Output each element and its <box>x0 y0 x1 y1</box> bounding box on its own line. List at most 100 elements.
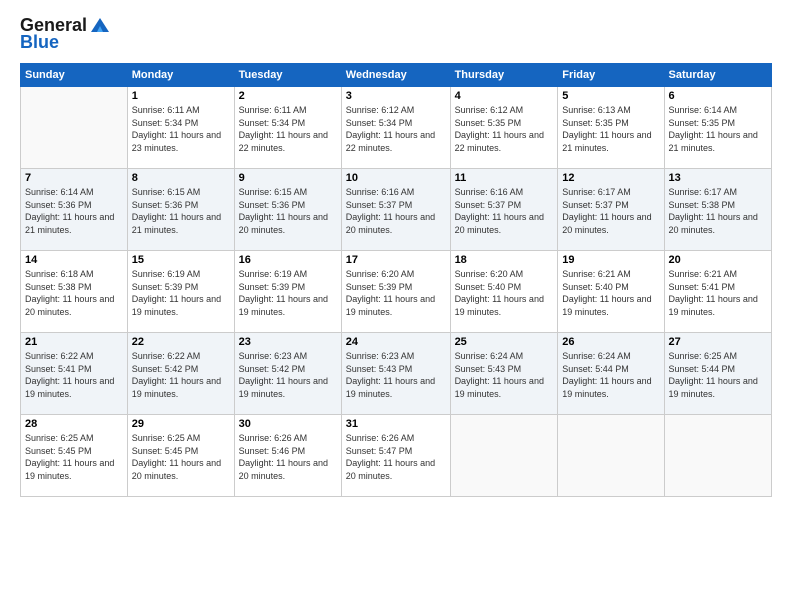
cell-daylight: Daylight: 11 hours and 20 minutes. <box>25 293 123 318</box>
cell-info: Sunrise: 6:14 AM Sunset: 5:35 PM Dayligh… <box>669 104 767 154</box>
col-header-friday: Friday <box>558 64 664 87</box>
cell-info: Sunrise: 6:16 AM Sunset: 5:37 PM Dayligh… <box>346 186 446 236</box>
calendar-cell: 28 Sunrise: 6:25 AM Sunset: 5:45 PM Dayl… <box>21 415 128 497</box>
cell-sunrise: Sunrise: 6:12 AM <box>455 104 554 117</box>
cell-sunset: Sunset: 5:41 PM <box>25 363 123 376</box>
cell-sunset: Sunset: 5:41 PM <box>669 281 767 294</box>
cell-daylight: Daylight: 11 hours and 22 minutes. <box>239 129 337 154</box>
calendar-cell: 21 Sunrise: 6:22 AM Sunset: 5:41 PM Dayl… <box>21 333 128 415</box>
cell-day-number: 14 <box>25 254 123 266</box>
cell-sunrise: Sunrise: 6:19 AM <box>132 268 230 281</box>
cell-info: Sunrise: 6:15 AM Sunset: 5:36 PM Dayligh… <box>132 186 230 236</box>
cell-daylight: Daylight: 11 hours and 21 minutes. <box>25 211 123 236</box>
calendar-cell: 20 Sunrise: 6:21 AM Sunset: 5:41 PM Dayl… <box>664 251 771 333</box>
calendar-header-row: SundayMondayTuesdayWednesdayThursdayFrid… <box>21 64 772 87</box>
calendar-cell: 23 Sunrise: 6:23 AM Sunset: 5:42 PM Dayl… <box>234 333 341 415</box>
cell-day-number: 16 <box>239 254 337 266</box>
cell-daylight: Daylight: 11 hours and 20 minutes. <box>346 211 446 236</box>
cell-daylight: Daylight: 11 hours and 23 minutes. <box>132 129 230 154</box>
cell-sunset: Sunset: 5:35 PM <box>455 117 554 130</box>
calendar-cell: 4 Sunrise: 6:12 AM Sunset: 5:35 PM Dayli… <box>450 87 558 169</box>
cell-sunset: Sunset: 5:34 PM <box>132 117 230 130</box>
cell-daylight: Daylight: 11 hours and 20 minutes. <box>455 211 554 236</box>
cell-daylight: Daylight: 11 hours and 19 minutes. <box>346 375 446 400</box>
calendar-cell: 3 Sunrise: 6:12 AM Sunset: 5:34 PM Dayli… <box>341 87 450 169</box>
cell-daylight: Daylight: 11 hours and 19 minutes. <box>669 375 767 400</box>
cell-sunset: Sunset: 5:35 PM <box>562 117 659 130</box>
calendar-cell: 18 Sunrise: 6:20 AM Sunset: 5:40 PM Dayl… <box>450 251 558 333</box>
calendar-cell: 17 Sunrise: 6:20 AM Sunset: 5:39 PM Dayl… <box>341 251 450 333</box>
cell-day-number: 6 <box>669 90 767 102</box>
cell-sunrise: Sunrise: 6:16 AM <box>455 186 554 199</box>
cell-day-number: 1 <box>132 90 230 102</box>
cell-info: Sunrise: 6:24 AM Sunset: 5:44 PM Dayligh… <box>562 350 659 400</box>
cell-info: Sunrise: 6:19 AM Sunset: 5:39 PM Dayligh… <box>132 268 230 318</box>
cell-sunrise: Sunrise: 6:26 AM <box>239 432 337 445</box>
cell-sunrise: Sunrise: 6:24 AM <box>455 350 554 363</box>
calendar-cell: 29 Sunrise: 6:25 AM Sunset: 5:45 PM Dayl… <box>127 415 234 497</box>
cell-sunrise: Sunrise: 6:24 AM <box>562 350 659 363</box>
cell-info: Sunrise: 6:21 AM Sunset: 5:41 PM Dayligh… <box>669 268 767 318</box>
cell-daylight: Daylight: 11 hours and 22 minutes. <box>455 129 554 154</box>
calendar-cell <box>21 87 128 169</box>
cell-info: Sunrise: 6:21 AM Sunset: 5:40 PM Dayligh… <box>562 268 659 318</box>
cell-day-number: 9 <box>239 172 337 184</box>
calendar-cell: 30 Sunrise: 6:26 AM Sunset: 5:46 PM Dayl… <box>234 415 341 497</box>
cell-info: Sunrise: 6:12 AM Sunset: 5:34 PM Dayligh… <box>346 104 446 154</box>
cell-sunset: Sunset: 5:40 PM <box>455 281 554 294</box>
cell-info: Sunrise: 6:12 AM Sunset: 5:35 PM Dayligh… <box>455 104 554 154</box>
cell-info: Sunrise: 6:26 AM Sunset: 5:47 PM Dayligh… <box>346 432 446 482</box>
cell-sunset: Sunset: 5:44 PM <box>669 363 767 376</box>
calendar-cell: 25 Sunrise: 6:24 AM Sunset: 5:43 PM Dayl… <box>450 333 558 415</box>
cell-day-number: 3 <box>346 90 446 102</box>
cell-info: Sunrise: 6:25 AM Sunset: 5:45 PM Dayligh… <box>132 432 230 482</box>
cell-daylight: Daylight: 11 hours and 20 minutes. <box>346 457 446 482</box>
col-header-tuesday: Tuesday <box>234 64 341 87</box>
cell-sunrise: Sunrise: 6:14 AM <box>669 104 767 117</box>
cell-day-number: 8 <box>132 172 230 184</box>
cell-day-number: 20 <box>669 254 767 266</box>
cell-day-number: 2 <box>239 90 337 102</box>
col-header-thursday: Thursday <box>450 64 558 87</box>
cell-info: Sunrise: 6:23 AM Sunset: 5:42 PM Dayligh… <box>239 350 337 400</box>
cell-daylight: Daylight: 11 hours and 19 minutes. <box>239 293 337 318</box>
cell-day-number: 10 <box>346 172 446 184</box>
col-header-wednesday: Wednesday <box>341 64 450 87</box>
cell-daylight: Daylight: 11 hours and 19 minutes. <box>669 293 767 318</box>
cell-daylight: Daylight: 11 hours and 19 minutes. <box>239 375 337 400</box>
cell-info: Sunrise: 6:20 AM Sunset: 5:40 PM Dayligh… <box>455 268 554 318</box>
cell-sunset: Sunset: 5:34 PM <box>346 117 446 130</box>
cell-sunrise: Sunrise: 6:17 AM <box>669 186 767 199</box>
cell-info: Sunrise: 6:22 AM Sunset: 5:42 PM Dayligh… <box>132 350 230 400</box>
cell-sunset: Sunset: 5:46 PM <box>239 445 337 458</box>
calendar-cell: 10 Sunrise: 6:16 AM Sunset: 5:37 PM Dayl… <box>341 169 450 251</box>
cell-day-number: 21 <box>25 336 123 348</box>
cell-sunrise: Sunrise: 6:26 AM <box>346 432 446 445</box>
cell-info: Sunrise: 6:19 AM Sunset: 5:39 PM Dayligh… <box>239 268 337 318</box>
cell-daylight: Daylight: 11 hours and 20 minutes. <box>669 211 767 236</box>
calendar-cell: 13 Sunrise: 6:17 AM Sunset: 5:38 PM Dayl… <box>664 169 771 251</box>
cell-info: Sunrise: 6:22 AM Sunset: 5:41 PM Dayligh… <box>25 350 123 400</box>
calendar-cell: 9 Sunrise: 6:15 AM Sunset: 5:36 PM Dayli… <box>234 169 341 251</box>
cell-daylight: Daylight: 11 hours and 19 minutes. <box>346 293 446 318</box>
calendar-cell: 8 Sunrise: 6:15 AM Sunset: 5:36 PM Dayli… <box>127 169 234 251</box>
cell-sunset: Sunset: 5:36 PM <box>132 199 230 212</box>
cell-sunset: Sunset: 5:34 PM <box>239 117 337 130</box>
calendar-cell: 6 Sunrise: 6:14 AM Sunset: 5:35 PM Dayli… <box>664 87 771 169</box>
cell-daylight: Daylight: 11 hours and 19 minutes. <box>562 375 659 400</box>
cell-daylight: Daylight: 11 hours and 19 minutes. <box>562 293 659 318</box>
cell-day-number: 24 <box>346 336 446 348</box>
calendar-cell <box>450 415 558 497</box>
calendar-cell: 1 Sunrise: 6:11 AM Sunset: 5:34 PM Dayli… <box>127 87 234 169</box>
calendar-cell: 15 Sunrise: 6:19 AM Sunset: 5:39 PM Dayl… <box>127 251 234 333</box>
cell-sunset: Sunset: 5:43 PM <box>346 363 446 376</box>
calendar-cell: 11 Sunrise: 6:16 AM Sunset: 5:37 PM Dayl… <box>450 169 558 251</box>
cell-info: Sunrise: 6:26 AM Sunset: 5:46 PM Dayligh… <box>239 432 337 482</box>
cell-sunrise: Sunrise: 6:18 AM <box>25 268 123 281</box>
cell-day-number: 19 <box>562 254 659 266</box>
cell-daylight: Daylight: 11 hours and 21 minutes. <box>562 129 659 154</box>
calendar-cell: 5 Sunrise: 6:13 AM Sunset: 5:35 PM Dayli… <box>558 87 664 169</box>
cell-daylight: Daylight: 11 hours and 22 minutes. <box>346 129 446 154</box>
calendar-week-2: 7 Sunrise: 6:14 AM Sunset: 5:36 PM Dayli… <box>21 169 772 251</box>
calendar-cell: 31 Sunrise: 6:26 AM Sunset: 5:47 PM Dayl… <box>341 415 450 497</box>
